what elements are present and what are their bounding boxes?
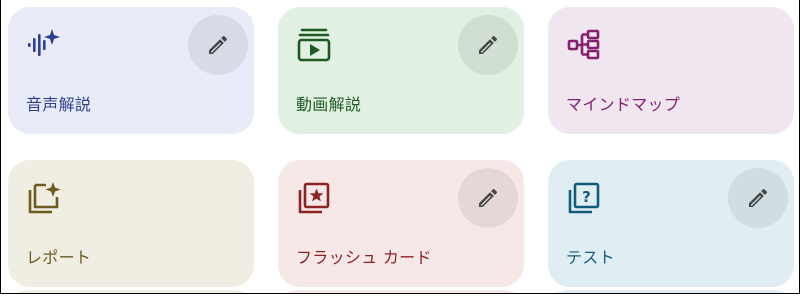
tile-label: レポート [26, 248, 92, 267]
next-row-tile-peek [548, 290, 794, 293]
pencil-icon [209, 35, 228, 54]
pencil-icon [749, 188, 768, 207]
quiz-tile[interactable]: ? テスト [548, 160, 794, 287]
edit-button[interactable] [188, 15, 248, 75]
tile-label: 動画解説 [296, 95, 362, 114]
audio-overview-tile[interactable]: 音声解説 [8, 7, 254, 134]
tile-label: マインドマップ [566, 95, 681, 114]
flashcards-tile[interactable]: フラッシュ カード [278, 160, 524, 287]
studio-panel: 音声解説 動画解説 マインドマップ レポート フラッシュ カード ? テスト [0, 0, 800, 294]
edit-button[interactable] [728, 168, 788, 228]
quiz-question-icon: ? [568, 182, 600, 214]
svg-text:?: ? [582, 188, 591, 206]
tile-label: テスト [566, 248, 615, 267]
pencil-icon [479, 188, 498, 207]
video-overview-tile[interactable]: 動画解説 [278, 7, 524, 134]
tile-label: フラッシュ カード [296, 248, 432, 267]
edit-button[interactable] [458, 168, 518, 228]
pencil-icon [479, 35, 498, 54]
report-tile[interactable]: レポート [8, 160, 254, 287]
next-row-tile-peek [8, 290, 254, 293]
next-row-tile-peek [278, 290, 524, 293]
flashcard-star-icon [298, 182, 330, 214]
edit-button[interactable] [458, 15, 518, 75]
video-stack-play-icon [297, 28, 331, 62]
report-stack-sparkle-icon [28, 182, 61, 214]
tile-label: 音声解説 [26, 95, 92, 114]
mindmap-tile[interactable]: マインドマップ [548, 7, 794, 134]
mindmap-tree-icon [567, 29, 600, 60]
audio-waveform-sparkle-icon [28, 29, 60, 56]
